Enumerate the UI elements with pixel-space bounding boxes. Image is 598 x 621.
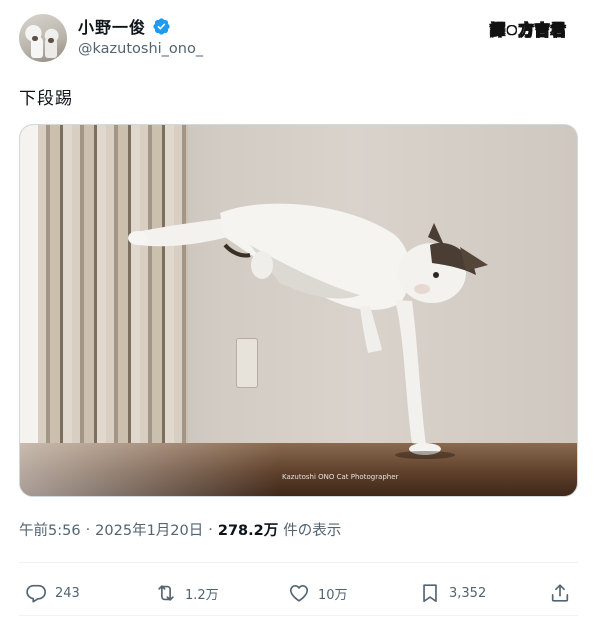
watermark-right: 方吉君: [518, 20, 567, 39]
tweet-date[interactable]: 2025年1月20日: [95, 519, 203, 540]
tweet-time[interactable]: 午前5:56: [19, 519, 81, 540]
reply-count: 243: [55, 585, 80, 601]
divider-bottom: [19, 615, 578, 616]
tweet-photo[interactable]: Kazutoshi ONO Cat Photographer: [19, 124, 578, 497]
watermark-separator-icon: ●: [507, 22, 518, 36]
like-count: 10万: [318, 587, 348, 603]
meta-separator: ·: [85, 521, 91, 538]
bookmark-icon: [423, 584, 437, 603]
author-name-row: 小野一俊: [78, 14, 171, 38]
avatar-spot: [32, 36, 38, 41]
kicking-cat-figure: [128, 203, 488, 459]
translator-watermark: 譯 ● 方吉君: [490, 18, 567, 40]
divider-top: [19, 562, 578, 563]
retweet-button[interactable]: 1.2万: [155, 580, 219, 606]
watermark-left: 譯: [490, 20, 507, 39]
action-bar: 243 1.2万 10万 3,352: [19, 576, 578, 610]
meta-separator: ·: [208, 521, 213, 538]
reply-icon: [26, 584, 46, 603]
avatar[interactable]: [19, 14, 67, 62]
like-button[interactable]: 10万: [288, 580, 348, 606]
author-handle[interactable]: @kazutoshi_ono_: [78, 41, 203, 57]
bookmark-button[interactable]: 3,352: [419, 580, 486, 606]
photo-watermark: Kazutoshi ONO Cat Photographer: [282, 473, 399, 481]
views-count: 278.2万: [217, 523, 279, 539]
verified-badge-icon[interactable]: [152, 17, 171, 36]
retweet-icon: [158, 585, 174, 601]
tweet-text: 下段踢: [19, 89, 73, 109]
reply-button[interactable]: 243: [25, 580, 80, 606]
retweet-count: 1.2万: [185, 587, 219, 603]
views-label: 件の表示: [283, 523, 342, 539]
share-button[interactable]: [549, 580, 571, 606]
tweet-meta: 午前5:56 · 2025年1月20日 · 278.2万 件の表示: [19, 519, 341, 540]
avatar-spot: [48, 38, 54, 43]
heart-icon: [289, 585, 309, 602]
bookmark-count: 3,352: [449, 585, 487, 601]
display-name[interactable]: 小野一俊: [78, 14, 146, 38]
share-icon: [551, 584, 569, 602]
